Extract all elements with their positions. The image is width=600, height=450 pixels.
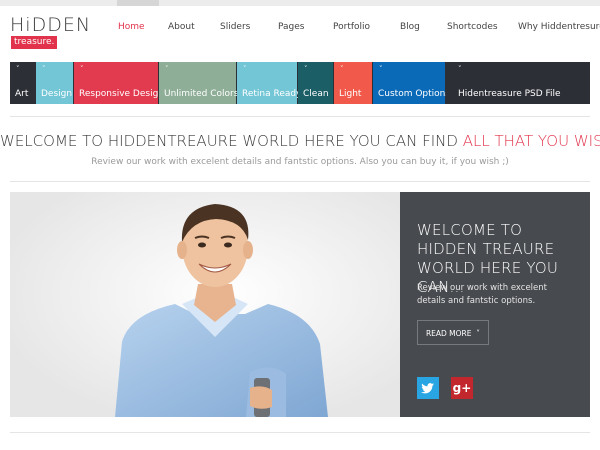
nav-portfolio[interactable]: Portfolio: [333, 22, 370, 32]
tile-label: Unlimited Colors: [164, 89, 239, 99]
chevron-down-icon: ˅: [243, 65, 247, 73]
chevron-down-icon: ˅: [165, 65, 169, 73]
top-bar-active-marker: [117, 0, 159, 6]
tile-label: Responsive Design: [79, 89, 164, 99]
read-more-button[interactable]: READ MORE ˅: [417, 320, 489, 345]
site-logo[interactable]: HiDDEN treasure.: [10, 14, 90, 50]
tile-clean[interactable]: ˅ Clean: [298, 62, 333, 104]
twitter-icon: [421, 383, 434, 394]
chevron-down-icon: ˅: [304, 65, 308, 73]
chevron-down-icon: ˅: [340, 65, 344, 73]
nav-why[interactable]: Why Hiddentresure?: [518, 22, 600, 32]
nav-shortcodes[interactable]: Shortcodes: [447, 22, 498, 32]
tile-label: Art: [15, 89, 29, 99]
tile-label: Design: [41, 89, 73, 99]
chevron-down-icon: ˅: [42, 65, 46, 73]
chevron-down-icon: ˅: [458, 65, 462, 73]
tile-design[interactable]: ˅ Design: [36, 62, 73, 104]
logo-tagline: treasure.: [11, 36, 58, 49]
smiling-man-illustration: [10, 192, 400, 417]
nav-blog[interactable]: Blog: [400, 22, 420, 32]
hero-text: Review our work with excelent details an…: [417, 283, 547, 306]
tile-label: Retina Ready: [242, 89, 302, 99]
tile-label: Custom Options: [378, 89, 451, 99]
twitter-button[interactable]: [417, 377, 439, 399]
tile-label: Clean: [303, 89, 329, 99]
welcome-heading: WELCOME TO HIDDENTREAURE WORLD HERE YOU …: [0, 132, 600, 150]
divider: [10, 181, 590, 182]
chevron-down-icon: ˅: [16, 65, 20, 73]
top-bar: [0, 0, 600, 6]
hero-caption-panel: WELCOME TO HIDDEN TREAURE WORLD HERE YOU…: [400, 192, 590, 417]
tile-label: Light: [339, 89, 362, 99]
welcome-heading-main: WELCOME TO HIDDENTREAURE WORLD HERE YOU …: [0, 132, 463, 150]
tile-label: Hidentreasure PSD File: [458, 89, 561, 99]
tile-custom-options[interactable]: ˅ Custom Options: [373, 62, 450, 104]
tile-light[interactable]: ˅ Light: [334, 62, 372, 104]
tile-psd-file[interactable]: ˅ Hidentreasure PSD File: [446, 62, 590, 104]
welcome-heading-accent: ALL THAT YOU WISH: [462, 132, 600, 150]
nav-home[interactable]: Home: [118, 22, 145, 32]
googleplus-icon: g+: [452, 381, 472, 395]
hero-photo: [10, 192, 400, 417]
divider: [10, 432, 590, 433]
tile-art[interactable]: ˅ Art: [10, 62, 35, 104]
hero-slider: WELCOME TO HIDDEN TREAURE WORLD HERE YOU…: [10, 192, 590, 417]
googleplus-button[interactable]: g+: [451, 377, 473, 399]
divider: [10, 116, 590, 117]
chevron-down-icon: ˅: [80, 65, 84, 73]
tile-responsive-design[interactable]: ˅ Responsive Design: [74, 62, 164, 104]
nav-about[interactable]: About: [168, 22, 195, 32]
tile-unlimited-colors[interactable]: ˅ Unlimited Colors: [159, 62, 239, 104]
nav-sliders[interactable]: Sliders: [220, 22, 250, 32]
chevron-down-icon: ˅: [379, 65, 383, 73]
chevron-down-icon: ˅: [473, 329, 481, 338]
welcome-subtext: Review our work with excelent details an…: [91, 157, 509, 167]
read-more-label: READ MORE: [425, 329, 472, 338]
nav-pages[interactable]: Pages: [278, 22, 304, 32]
tile-retina-ready[interactable]: ˅ Retina Ready: [237, 62, 301, 104]
category-tiles: ˅ Art ˅ Design ˅ Responsive Design ˅ Unl…: [10, 62, 590, 104]
logo-wordmark: HiDDEN: [10, 14, 92, 36]
